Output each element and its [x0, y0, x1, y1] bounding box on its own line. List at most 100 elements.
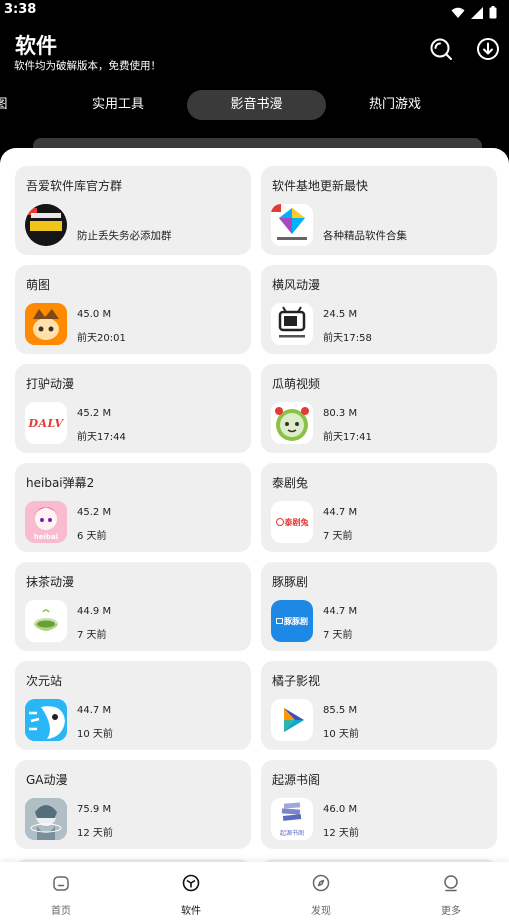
card-title: 软件基地更新最快: [272, 179, 369, 193]
app-card[interactable]: 起源书阁 起源书阁 46.0 M 12 天前: [261, 760, 497, 849]
tab-media-active[interactable]: 影音书漫: [187, 90, 326, 120]
tab-partial[interactable]: 图: [0, 90, 8, 120]
card-title: 起源书阁: [272, 773, 321, 787]
app-size: 85.5 M: [323, 705, 358, 716]
card-title: 橘子影视: [272, 674, 321, 688]
app-size: 45.2 M: [77, 507, 112, 518]
app-time: 前天20:01: [77, 333, 126, 344]
app-time: 12 天前: [323, 828, 359, 839]
card-title: 吾爱软件库官方群: [26, 179, 123, 193]
dalv-logo-text: DALV: [28, 416, 64, 430]
compass-icon: [312, 874, 330, 896]
battery-icon: [489, 4, 497, 23]
juzi-app-icon: [271, 699, 313, 741]
qiyuan-app-icon: 起源书阁: [271, 798, 313, 840]
app-card[interactable]: 豚豚剧 豚豚剧 44.7 M 7 天前: [261, 562, 497, 651]
app-time: 10 天前: [77, 729, 113, 740]
download-icon: [476, 37, 500, 65]
nav-label: 更多: [441, 906, 461, 917]
status-icons: [451, 4, 497, 23]
app-time: 7 天前: [323, 630, 353, 641]
category-tabs: 图 实用工具 影音书漫 热门游戏: [0, 88, 509, 122]
app-list-sheet: 吾爱软件库官方群 防止丢失务必添加群 软件基地更新最快 各种精品软件合集 萌图 …: [0, 148, 509, 920]
app-size: 45.2 M: [77, 408, 112, 419]
taijutu-logo-text: 泰剧兔: [284, 517, 309, 527]
tuntunju-app-icon: 豚豚剧: [271, 600, 313, 642]
app-card[interactable]: 橘子影视 85.5 M 10 天前: [261, 661, 497, 750]
card-desc: 防止丢失务必添加群: [77, 230, 172, 242]
app-size: 24.5 M: [323, 309, 358, 320]
card-title: 豚豚剧: [272, 575, 309, 589]
card-desc: 各种精品软件合集: [323, 230, 407, 242]
heibai-logo-text: heibai: [33, 533, 59, 541]
status-bar: 3:38: [0, 0, 509, 22]
nav-label: 发现: [311, 906, 331, 917]
search-button[interactable]: [428, 38, 454, 64]
card-title: 次元站: [26, 674, 63, 688]
app-size: 80.3 M: [323, 408, 358, 419]
taijutu-app-icon: 泰剧兔: [271, 501, 313, 543]
card-title: 横风动漫: [272, 278, 321, 292]
nav-home[interactable]: 首页: [31, 874, 91, 917]
qiyuan-logo-text: 起源书阁: [279, 830, 304, 837]
app-card[interactable]: GA动漫 75.9 M 12 天前: [15, 760, 251, 849]
wuai-logo-icon: [25, 204, 67, 246]
hengfeng-app-icon: [271, 303, 313, 345]
signal-icon: [471, 4, 483, 23]
status-time: 3:38: [4, 2, 37, 17]
wifi-icon: [451, 4, 465, 23]
search-icon: [429, 37, 453, 65]
app-time: 前天17:44: [77, 432, 126, 443]
tuntunju-logo-text: 豚豚剧: [284, 616, 308, 626]
app-card[interactable]: 打驴动漫 DALV 45.2 M 前天17:44: [15, 364, 251, 453]
page-subtitle: 软件均为破解版本，免费使用！: [14, 60, 161, 72]
software-base-logo-icon: [271, 204, 313, 246]
group-card-software-base[interactable]: 软件基地更新最快 各种精品软件合集: [261, 166, 497, 255]
heibai-app-icon: heibai: [25, 501, 67, 543]
tab-games[interactable]: 热门游戏: [355, 90, 435, 120]
app-card[interactable]: heibai弹幕2 heibai 45.2 M 6 天前: [15, 463, 251, 552]
app-size: 44.7 M: [77, 705, 112, 716]
bottom-navigation: 首页 软件 发现 更多: [0, 862, 509, 920]
guameng-app-icon: [271, 402, 313, 444]
card-title: 瓜萌视频: [272, 377, 321, 391]
ga-app-icon: [25, 798, 67, 840]
software-cube-icon: [182, 874, 200, 896]
card-title: 萌图: [26, 278, 51, 292]
app-card[interactable]: 次元站 44.7 M 10 天前: [15, 661, 251, 750]
app-time: 7 天前: [77, 630, 107, 641]
app-size: 75.9 M: [77, 804, 112, 815]
app-card[interactable]: 抹茶动漫 44.9 M 7 天前: [15, 562, 251, 651]
card-title: heibai弹幕2: [26, 476, 95, 490]
app-card[interactable]: 瓜萌视频 80.3 M 前天17:41: [261, 364, 497, 453]
app-time: 7 天前: [323, 531, 353, 542]
matcha-app-icon: [25, 600, 67, 642]
app-size: 44.7 M: [323, 606, 358, 617]
nav-label: 软件: [181, 906, 201, 917]
card-title: 打驴动漫: [26, 377, 75, 391]
card-title: GA动漫: [26, 773, 68, 787]
nav-software[interactable]: 软件: [161, 874, 221, 917]
app-time: 10 天前: [323, 729, 359, 740]
app-size: 44.7 M: [323, 507, 358, 518]
download-button[interactable]: [475, 38, 501, 64]
app-time: 前天17:58: [323, 333, 372, 344]
app-time: 12 天前: [77, 828, 113, 839]
nav-discover[interactable]: 发现: [291, 874, 351, 917]
mengtu-app-icon: [25, 303, 67, 345]
app-card[interactable]: 萌图 45.0 M 前天20:01: [15, 265, 251, 354]
app-card[interactable]: 泰剧兔 泰剧兔 44.7 M 7 天前: [261, 463, 497, 552]
nav-label: 首页: [51, 906, 71, 917]
app-size: 46.0 M: [323, 804, 358, 815]
ciyuanzhan-app-icon: [25, 699, 67, 741]
app-time: 6 天前: [77, 531, 107, 542]
card-title: 抹茶动漫: [26, 575, 75, 589]
app-card[interactable]: 横风动漫 24.5 M 前天17:58: [261, 265, 497, 354]
tab-tools[interactable]: 实用工具: [78, 90, 158, 120]
group-card-wuai[interactable]: 吾爱软件库官方群 防止丢失务必添加群: [15, 166, 251, 255]
dalv-app-icon: DALV: [25, 402, 67, 444]
nav-more[interactable]: 更多: [421, 874, 481, 917]
home-icon: [52, 874, 70, 896]
card-title: 泰剧兔: [272, 476, 309, 490]
page-title: 软件: [15, 34, 57, 58]
